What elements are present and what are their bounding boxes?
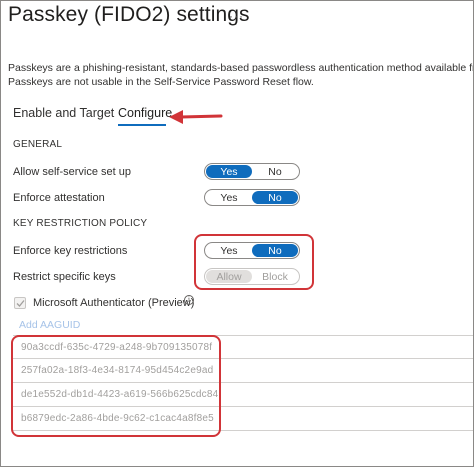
enforce-attestation-yes[interactable]: Yes — [206, 191, 252, 204]
section-general-heading: GENERAL — [13, 139, 63, 150]
description-line-2: Passkeys are not usable in the Self-Serv… — [8, 76, 314, 88]
more-options-icon[interactable]: ··· — [229, 9, 244, 23]
enforce-key-restrictions-yes[interactable]: Yes — [206, 244, 252, 257]
microsoft-authenticator-label: Microsoft Authenticator (Preview) — [33, 297, 195, 309]
restrict-specific-keys-toggle: Allow Block — [204, 268, 300, 285]
microsoft-authenticator-checkbox[interactable] — [14, 297, 26, 309]
tab-configure[interactable]: Configure — [118, 106, 172, 120]
enforce-attestation-no[interactable]: No — [252, 191, 298, 204]
description: Passkeys are a phishing-resistant, stand… — [8, 61, 474, 89]
allow-self-service-no[interactable]: No — [252, 165, 298, 178]
aaguid-highlight-box — [11, 335, 221, 437]
section-key-restriction-heading: KEY RESTRICTION POLICY — [13, 218, 148, 229]
checkmark-icon — [16, 300, 25, 307]
allow-self-service-yes[interactable]: Yes — [206, 165, 252, 178]
page-title: Passkey (FIDO2) settings — [8, 3, 250, 26]
enforce-attestation-toggle: Yes No — [204, 189, 300, 206]
red-arrow-icon — [169, 110, 223, 124]
tab-selected-indicator — [118, 124, 166, 126]
enforce-key-restrictions-toggle: Yes No — [204, 242, 300, 259]
restrict-specific-keys-block: Block — [262, 270, 288, 283]
tab-enable-and-target[interactable]: Enable and Target — [13, 106, 114, 120]
restrict-specific-keys-allow: Allow — [206, 270, 252, 283]
allow-self-service-toggle: Yes No — [204, 163, 300, 180]
enforce-attestation-label: Enforce attestation — [13, 192, 105, 204]
allow-self-service-label: Allow self-service set up — [13, 166, 131, 178]
enforce-key-restrictions-label: Enforce key restrictions — [13, 245, 128, 257]
restrict-specific-keys-label: Restrict specific keys — [13, 271, 116, 283]
info-icon[interactable]: i — [184, 295, 194, 305]
enforce-key-restrictions-no[interactable]: No — [252, 244, 298, 257]
add-aaguid-link: Add AAGUID — [19, 319, 81, 331]
settings-panel: Passkey (FIDO2) settings ··· Passkeys ar… — [0, 0, 474, 467]
description-line-1: Passkeys are a phishing-resistant, stand… — [8, 62, 474, 74]
